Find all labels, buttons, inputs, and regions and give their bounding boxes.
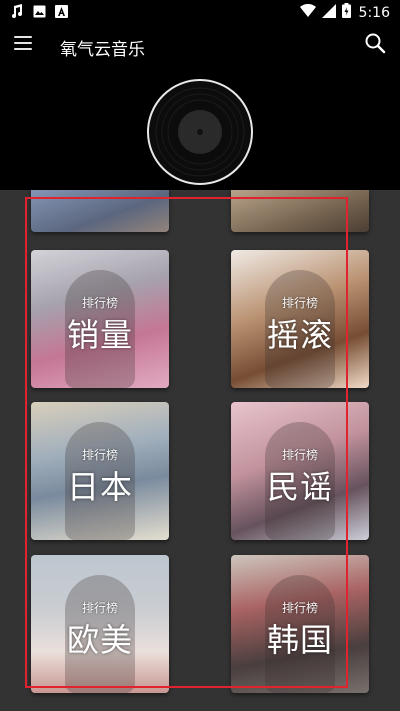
music-note-icon: [10, 4, 24, 18]
signal-icon: [321, 3, 336, 22]
chart-card-western[interactable]: 排行榜 欧美: [31, 555, 169, 693]
status-left-icons: [10, 4, 68, 18]
chart-card-partial[interactable]: [231, 190, 369, 232]
chart-card-title: 民谣: [266, 468, 333, 506]
chart-card-title: 日本: [66, 468, 133, 506]
image-icon: [32, 4, 46, 18]
chart-card-subtitle: 排行榜: [81, 601, 118, 615]
chart-card-subtitle: 排行榜: [281, 296, 318, 310]
chart-card-title: 销量: [66, 316, 133, 354]
chart-card-title: 韩国: [266, 621, 333, 659]
hamburger-menu-icon[interactable]: [14, 33, 34, 53]
chart-card-title: 欧美: [66, 621, 133, 659]
battery-icon: [341, 3, 351, 22]
chart-card-partial[interactable]: [31, 190, 169, 232]
chart-card-japan[interactable]: 排行榜 日本: [31, 402, 169, 540]
vinyl-record-icon[interactable]: [146, 78, 254, 186]
chart-card-sales[interactable]: 排行榜 销量: [31, 250, 169, 388]
chart-card-subtitle: 排行榜: [281, 448, 318, 462]
chart-card-rock[interactable]: 排行榜 摇滚: [231, 250, 369, 388]
chart-card-subtitle: 排行榜: [81, 448, 118, 462]
chart-card-title: 摇滚: [266, 316, 333, 354]
a-letter-icon: [54, 4, 68, 18]
wifi-icon: [299, 3, 316, 22]
status-bar: 5:16: [0, 0, 400, 24]
app-screen: 5:16 氧气云音乐 排行榜 销量 排行榜 摇滚 排行榜 日本 排行榜 民谣 排…: [0, 0, 400, 711]
chart-card-subtitle: 排行榜: [81, 296, 118, 310]
chart-grid: 排行榜 销量 排行榜 摇滚 排行榜 日本 排行榜 民谣 排行榜 欧美 排行榜 韩…: [0, 190, 400, 711]
chart-card-subtitle: 排行榜: [281, 601, 318, 615]
chart-card-folk[interactable]: 排行榜 民谣: [231, 402, 369, 540]
chart-card-korea[interactable]: 排行榜 韩国: [231, 555, 369, 693]
app-bar: 氧气云音乐: [0, 24, 400, 68]
search-icon[interactable]: [364, 32, 386, 54]
status-right-icons: 5:16: [299, 3, 390, 22]
status-time: 5:16: [358, 4, 390, 21]
app-title: 氧气云音乐: [60, 40, 145, 60]
